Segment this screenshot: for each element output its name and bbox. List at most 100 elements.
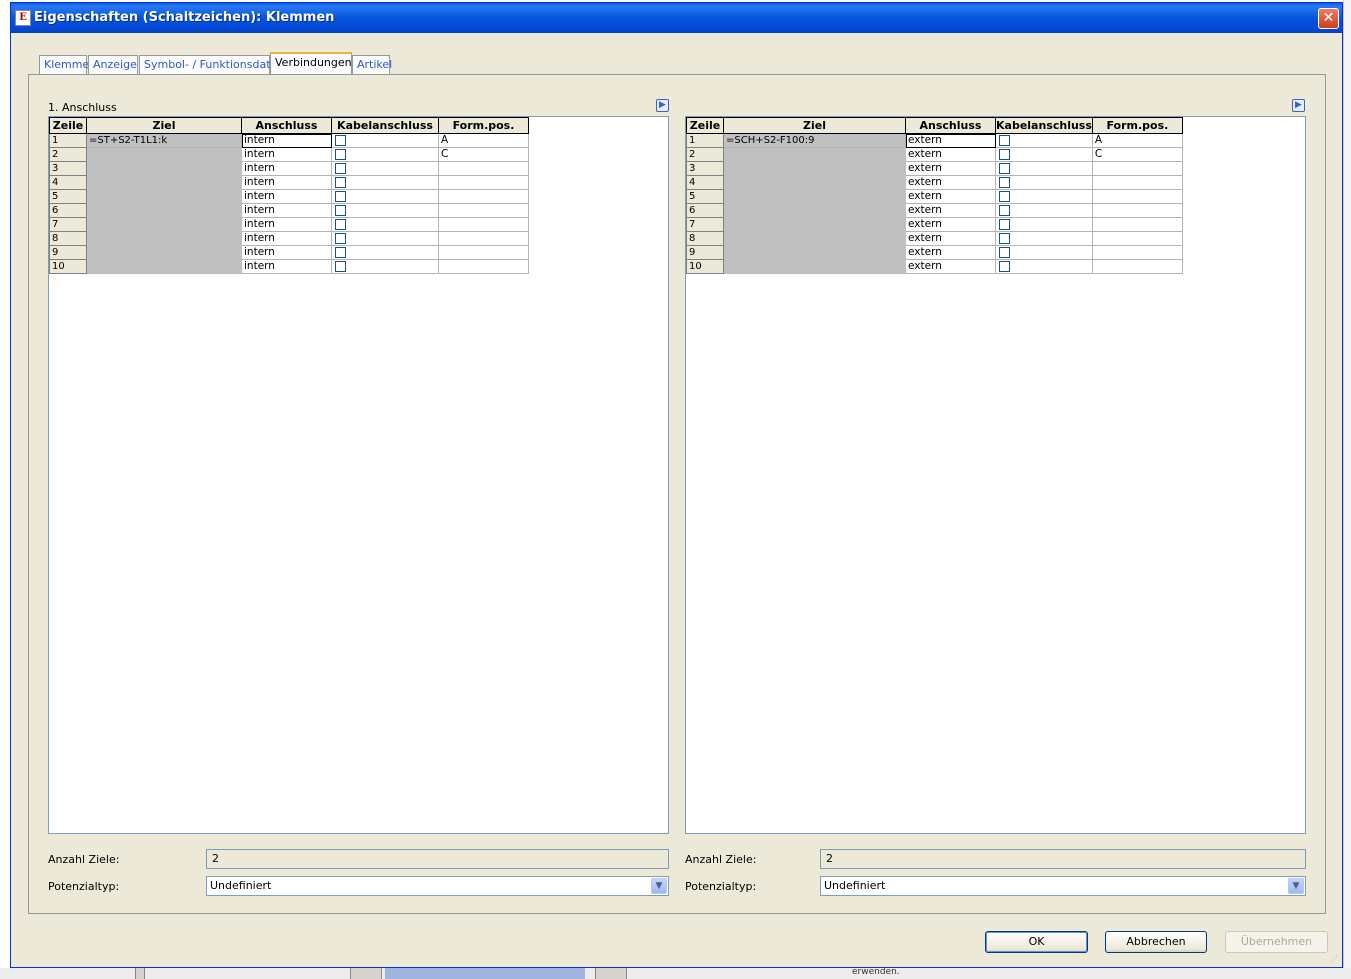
ziel-cell[interactable] bbox=[723, 203, 906, 218]
anschluss-cell[interactable]: extern bbox=[905, 245, 996, 260]
anschluss-cell[interactable]: extern bbox=[905, 161, 996, 176]
kabelanschluss-checkbox[interactable] bbox=[335, 162, 346, 174]
table-row[interactable]: 10 extern bbox=[686, 259, 1183, 274]
anschluss-cell[interactable]: extern bbox=[905, 189, 996, 204]
cancel-button[interactable]: Abbrechen bbox=[1105, 931, 1207, 953]
anschluss-cell[interactable]: intern bbox=[241, 161, 332, 176]
ziel-cell[interactable] bbox=[86, 161, 242, 176]
kabelanschluss-checkbox[interactable] bbox=[335, 246, 346, 258]
anschluss-cell[interactable]: extern bbox=[905, 259, 996, 274]
table-row[interactable]: 4 intern bbox=[49, 175, 529, 190]
kabelanschluss-checkbox[interactable] bbox=[335, 148, 346, 160]
chevron-down-icon[interactable]: ▼ bbox=[651, 878, 667, 894]
formpos-cell[interactable] bbox=[438, 161, 529, 176]
ziel-cell[interactable] bbox=[723, 161, 906, 176]
anschluss-cell[interactable]: extern bbox=[905, 147, 996, 162]
kabelanschluss-checkbox[interactable] bbox=[335, 260, 346, 272]
kabelanschluss-checkbox[interactable] bbox=[335, 190, 346, 202]
table-row[interactable]: 9 extern bbox=[686, 245, 1183, 260]
column-header-zeile[interactable]: Zeile bbox=[686, 117, 724, 134]
kabelanschluss-checkbox[interactable] bbox=[999, 190, 1010, 202]
formpos-cell[interactable] bbox=[438, 259, 529, 274]
kabelanschluss-checkbox[interactable] bbox=[999, 134, 1010, 146]
column-header-zeile[interactable]: Zeile bbox=[49, 117, 87, 134]
anschluss-cell[interactable]: intern bbox=[241, 231, 332, 246]
anschluss-cell[interactable]: extern bbox=[905, 231, 996, 246]
tab-klemme[interactable]: Klemme bbox=[39, 55, 89, 74]
table-row[interactable]: 3 extern bbox=[686, 161, 1183, 176]
kabelanschluss-checkbox[interactable] bbox=[999, 246, 1010, 258]
kabelanschluss-checkbox[interactable] bbox=[999, 148, 1010, 160]
ziel-cell[interactable]: =ST+S2-T1L1:k bbox=[86, 133, 242, 148]
table-row[interactable]: 8 intern bbox=[49, 231, 529, 246]
ziel-cell[interactable] bbox=[86, 147, 242, 162]
formpos-cell[interactable]: A bbox=[1091, 133, 1183, 148]
formpos-cell[interactable] bbox=[1091, 231, 1183, 246]
kabelanschluss-checkbox[interactable] bbox=[999, 260, 1010, 272]
table-row[interactable]: 1 =SCH+S2-F100:9 extern A bbox=[686, 133, 1183, 148]
ziel-cell[interactable] bbox=[86, 231, 242, 246]
ziel-cell[interactable] bbox=[723, 175, 906, 190]
anschluss-cell[interactable]: intern bbox=[241, 175, 332, 190]
kabelanschluss-checkbox[interactable] bbox=[335, 218, 346, 230]
ziel-cell[interactable] bbox=[86, 245, 242, 260]
resize-grip-icon[interactable]: ⋰ bbox=[1330, 955, 1340, 965]
anschluss-cell[interactable]: intern bbox=[241, 259, 332, 274]
column-header-formpos[interactable]: Form.pos. bbox=[438, 117, 529, 134]
kabelanschluss-checkbox[interactable] bbox=[335, 204, 346, 216]
ziel-cell[interactable] bbox=[723, 231, 906, 246]
expand-arrow-icon[interactable]: ▶ bbox=[1292, 99, 1305, 112]
formpos-cell[interactable] bbox=[438, 175, 529, 190]
title-bar[interactable]: E Eigenschaften (Schaltzeichen): Klemmen… bbox=[11, 3, 1342, 33]
table-row[interactable]: 9 intern bbox=[49, 245, 529, 260]
ziel-cell[interactable] bbox=[86, 189, 242, 204]
column-header-anschluss[interactable]: Anschluss bbox=[241, 117, 332, 134]
anschluss-cell[interactable]: intern bbox=[241, 245, 332, 260]
formpos-cell[interactable] bbox=[438, 203, 529, 218]
ziel-cell[interactable] bbox=[723, 245, 906, 260]
formpos-cell[interactable] bbox=[1091, 245, 1183, 260]
formpos-cell[interactable] bbox=[438, 231, 529, 246]
kabelanschluss-checkbox[interactable] bbox=[999, 218, 1010, 230]
column-header-anschluss[interactable]: Anschluss bbox=[905, 117, 996, 134]
table-row[interactable]: 2 intern C bbox=[49, 147, 529, 162]
anschluss-cell[interactable]: extern bbox=[905, 217, 996, 232]
chevron-down-icon[interactable]: ▼ bbox=[1288, 878, 1304, 894]
formpos-cell[interactable] bbox=[1091, 161, 1183, 176]
table-row[interactable]: 6 extern bbox=[686, 203, 1183, 218]
table-row[interactable]: 10 intern bbox=[49, 259, 529, 274]
close-button[interactable]: ✕ bbox=[1318, 8, 1339, 29]
formpos-cell[interactable] bbox=[438, 245, 529, 260]
table-row[interactable]: 7 extern bbox=[686, 217, 1183, 232]
ziel-cell[interactable] bbox=[86, 217, 242, 232]
ziel-cell[interactable] bbox=[86, 175, 242, 190]
expand-arrow-icon[interactable]: ▶ bbox=[656, 99, 669, 112]
table-row[interactable]: 6 intern bbox=[49, 203, 529, 218]
formpos-cell[interactable] bbox=[438, 189, 529, 204]
formpos-cell[interactable]: C bbox=[1091, 147, 1183, 162]
anschluss-cell[interactable]: intern bbox=[241, 203, 332, 218]
potenzialtyp-select-left[interactable]: Undefiniert ▼ bbox=[206, 876, 669, 896]
kabelanschluss-checkbox[interactable] bbox=[335, 232, 346, 244]
table-row[interactable]: 5 extern bbox=[686, 189, 1183, 204]
tab-verbindungen[interactable]: Verbindungen bbox=[270, 52, 352, 75]
column-header-formpos[interactable]: Form.pos. bbox=[1091, 117, 1183, 134]
kabelanschluss-checkbox[interactable] bbox=[999, 162, 1010, 174]
formpos-cell[interactable] bbox=[438, 217, 529, 232]
tab-symbol-funktionsdaten[interactable]: Symbol- / Funktionsdaten bbox=[139, 55, 284, 74]
anschluss-cell[interactable]: intern bbox=[241, 189, 332, 204]
anschluss-cell[interactable]: intern bbox=[241, 217, 332, 232]
anschluss-cell[interactable]: intern bbox=[241, 133, 332, 148]
ziel-cell[interactable] bbox=[723, 217, 906, 232]
kabelanschluss-checkbox[interactable] bbox=[999, 176, 1010, 188]
apply-button[interactable]: Übernehmen bbox=[1225, 931, 1328, 953]
anschluss-cell[interactable]: extern bbox=[905, 133, 996, 148]
table-row[interactable]: 5 intern bbox=[49, 189, 529, 204]
kabelanschluss-checkbox[interactable] bbox=[999, 204, 1010, 216]
anschluss-cell[interactable]: intern bbox=[241, 147, 332, 162]
ziel-cell[interactable] bbox=[86, 203, 242, 218]
table-row[interactable]: 2 extern C bbox=[686, 147, 1183, 162]
table-row[interactable]: 4 extern bbox=[686, 175, 1183, 190]
column-header-ziel[interactable]: Ziel bbox=[86, 117, 242, 134]
column-header-kabelanschluss[interactable]: Kabelanschluss bbox=[331, 117, 439, 134]
